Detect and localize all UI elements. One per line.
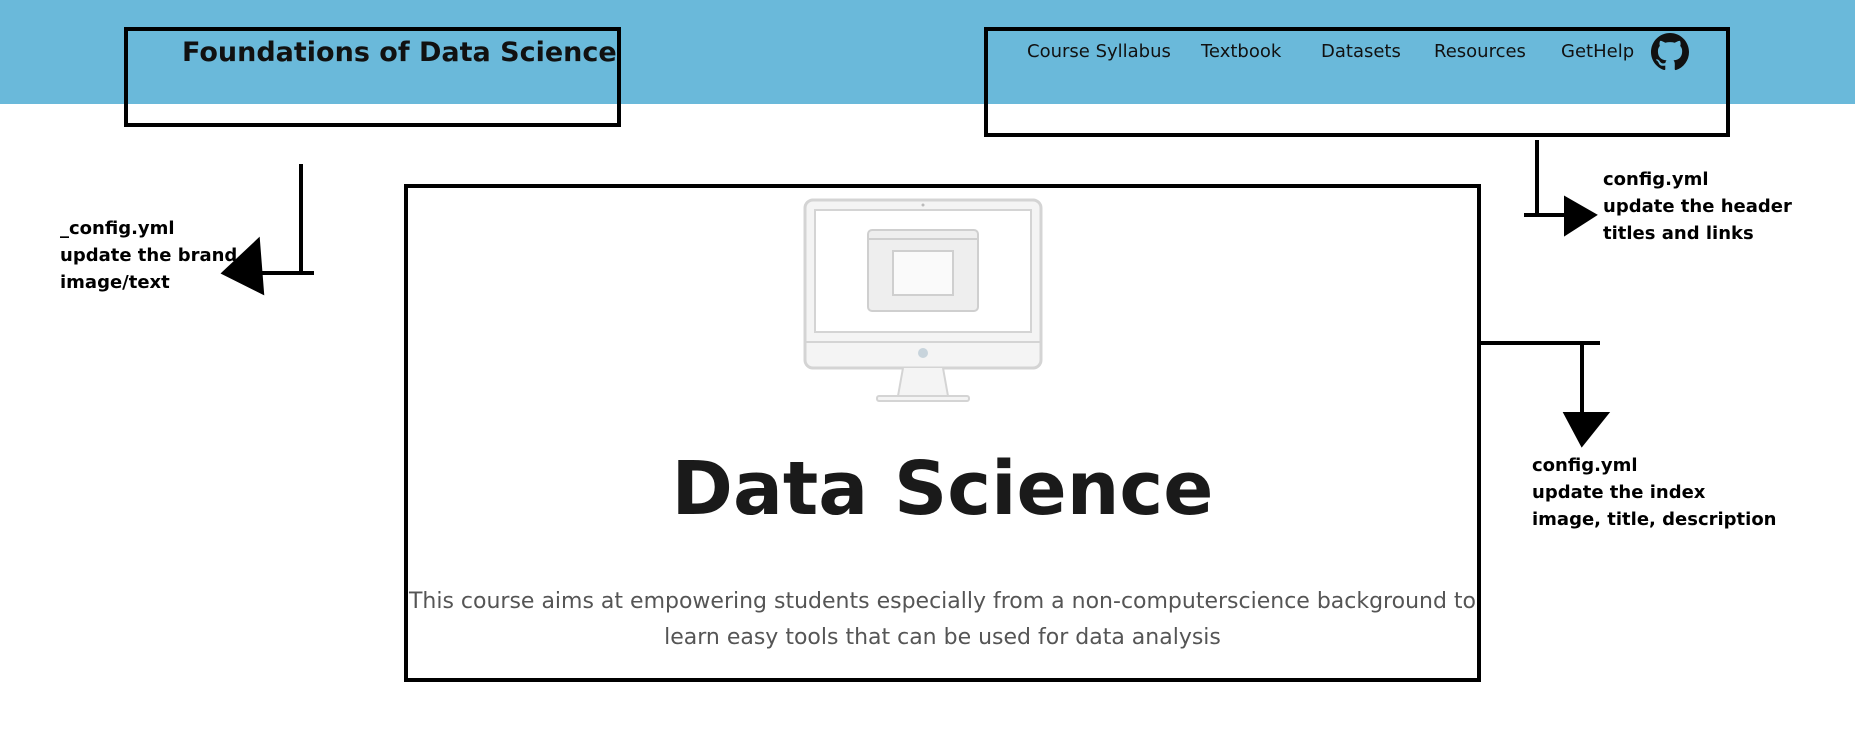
brand-config-note: _config.yml update the brand. image/text <box>60 218 245 293</box>
brand-annotation-box <box>124 27 621 127</box>
header-annotation-box <box>984 27 1730 137</box>
index-config-note: config.yml update the index image, title… <box>1532 455 1777 530</box>
header-arrow-head <box>1564 195 1598 237</box>
index-arrow-head <box>1562 412 1611 448</box>
index-annotation-box <box>404 184 1481 682</box>
header-config-note: config.yml update the header titles and … <box>1603 169 1792 244</box>
